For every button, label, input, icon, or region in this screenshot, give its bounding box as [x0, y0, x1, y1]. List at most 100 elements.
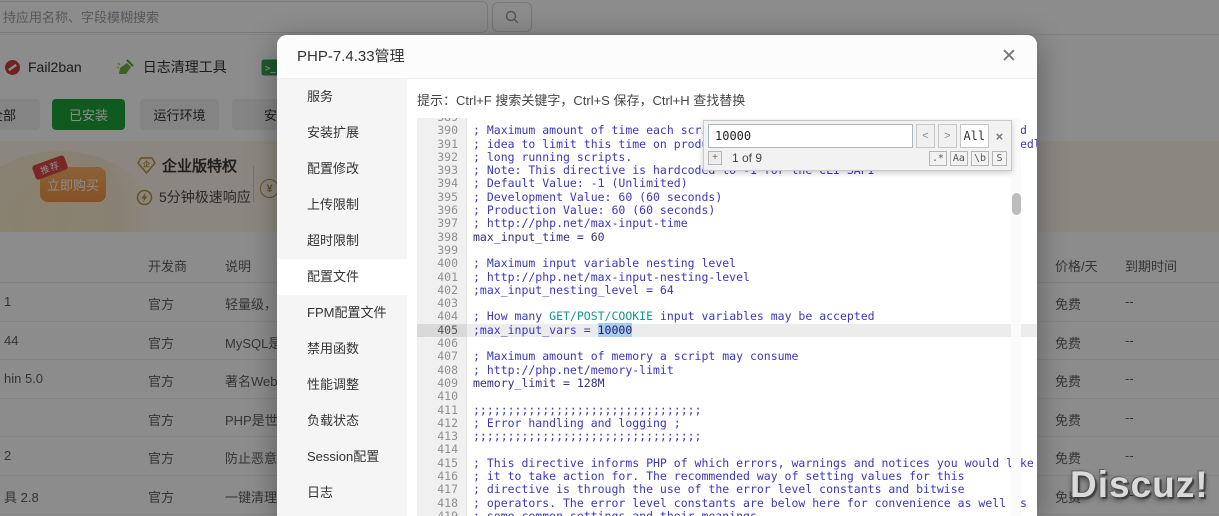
line-text: ; Maximum input variable nesting level	[473, 256, 737, 271]
find-all-button[interactable]: All	[959, 124, 989, 148]
discuz-watermark: Discuz!	[1070, 464, 1209, 505]
line-number: 394	[437, 176, 458, 191]
editor-scrollbar-thumb[interactable]	[1012, 193, 1021, 215]
line-number: 391	[437, 136, 458, 151]
case-toggle[interactable]: Aa	[949, 150, 968, 166]
sidebar-item-Session配置[interactable]: Session配置	[277, 439, 407, 475]
sidebar-item-配置文件[interactable]: 配置文件	[277, 259, 407, 295]
code-line-415: 415 ; This directive informs PHP of which…	[417, 455, 1037, 470]
line-text: ; Maximum amount of memory a script may …	[473, 349, 799, 364]
find-input[interactable]	[708, 124, 913, 148]
code-line-401: 401 ; http://php.net/max-input-nesting-le…	[417, 269, 1037, 284]
sidebar-item-安装扩展[interactable]: 安装扩展	[277, 115, 407, 151]
line-text: ; This directive informs PHP of which er…	[473, 455, 1034, 470]
line-text: ; Error handling and logging ;	[473, 415, 681, 430]
sidebar-item-配置修改[interactable]: 配置修改	[277, 151, 407, 187]
search-widget-row2: + 1 of 9 .* Aa \b S	[704, 150, 1011, 170]
search-widget-row1: < > All ×	[704, 121, 1011, 150]
line-text: ; Development Value: 60 (60 seconds)	[473, 189, 723, 204]
line-text: ; directive is through the use of the er…	[473, 482, 965, 497]
line-text: ; How many GET/POST/COOKIE input variabl…	[473, 309, 875, 324]
line-number: 399	[437, 242, 458, 257]
line-number: 398	[437, 229, 458, 244]
line-text: ; Default Value: -1 (Unlimited)	[473, 176, 688, 191]
sidebar-item-日志[interactable]: 日志	[277, 475, 407, 511]
line-number: 396	[437, 203, 458, 218]
line-number: 402	[437, 282, 458, 297]
line-number: 410	[437, 389, 458, 404]
sidebar-item-FPM配置文件[interactable]: FPM配置文件	[277, 295, 407, 331]
close-icon[interactable]: ✕	[997, 45, 1021, 69]
search-widget: < > All × + 1 of 9 .* Aa \b S	[703, 120, 1012, 171]
code-line-410: 410	[417, 389, 1037, 404]
code-line-411: 411;;;;;;;;;;;;;;;;;;;;;;;;;;;;;;;;;	[417, 402, 1037, 417]
whole-word-toggle[interactable]: \b	[970, 150, 989, 166]
code-line-418: 418 ; operators. The error level constant…	[417, 495, 1037, 510]
sidebar-item-上传限制[interactable]: 上传限制	[277, 187, 407, 223]
line-number: 390	[437, 123, 458, 138]
find-close-icon[interactable]: ×	[992, 124, 1007, 148]
code-line-417: 417 ; directive is through the use of the…	[417, 482, 1037, 497]
line-text: ;max_input_vars = 10000	[473, 322, 633, 337]
line-text: ;max_input_nesting_level = 64	[473, 282, 674, 297]
line-text: ; http://php.net/memory-limit	[473, 362, 674, 377]
sidebar-item-性能调整[interactable]: 性能调整	[277, 367, 407, 403]
line-number: 408	[437, 362, 458, 377]
code-line-404: 404 ; How many GET/POST/COOKIE input vari…	[417, 309, 1037, 324]
line-number: 393	[437, 163, 458, 178]
line-number: 419	[437, 508, 458, 516]
code-line-419: 419 ; some common settings and their mean…	[417, 508, 1037, 516]
line-number: 404	[437, 309, 458, 324]
match-counter: 1 of 9	[732, 151, 763, 165]
line-number: 409	[437, 375, 458, 390]
line-number: 392	[437, 149, 458, 164]
sidebar-item-服务[interactable]: 服务	[277, 79, 407, 115]
line-number: 395	[437, 189, 458, 204]
line-text: ; http://php.net/max-input-nesting-level	[473, 269, 750, 284]
line-text: ;;;;;;;;;;;;;;;;;;;;;;;;;;;;;;;;;	[473, 402, 702, 417]
code-line-408: 408 ; http://php.net/memory-limit	[417, 362, 1037, 377]
in-selection-toggle[interactable]: S	[992, 150, 1007, 166]
line-text: ; http://php.net/max-input-time	[473, 216, 688, 231]
config-file-editor[interactable]: 389390; Maximum amount of time each scri…	[417, 118, 1037, 516]
code-line-405: 405 ;max_input_vars = 10000	[417, 322, 1037, 338]
code-line-399: 399	[417, 242, 1037, 257]
line-text: ; Production Value: 60 (60 seconds)	[473, 203, 716, 218]
editor-scrollbar[interactable]	[1011, 118, 1021, 516]
line-number: 418	[437, 495, 458, 510]
code-line-413: 413;;;;;;;;;;;;;;;;;;;;;;;;;;;;;;;;;	[417, 429, 1037, 444]
code-line-416: 416 ; it to take action for. The recommen…	[417, 469, 1037, 484]
search-option-toggles: .* Aa \b S	[928, 150, 1007, 166]
line-number: 416	[437, 469, 458, 484]
sidebar-item-禁用函数[interactable]: 禁用函数	[277, 331, 407, 367]
code-pane: 389390; Maximum amount of time each scri…	[417, 118, 1037, 516]
code-line-400: 400 ; Maximum input variable nesting leve…	[417, 256, 1037, 271]
line-text: ; some common settings and their meaning…	[473, 508, 764, 516]
code-line-395: 395 ; Development Value: 60 (60 seconds)	[417, 189, 1037, 204]
line-text: memory_limit = 128M	[473, 375, 605, 390]
line-number: 411	[437, 402, 458, 417]
line-text: ;;;;;;;;;;;;;;;;;;;;;;;;;;;;;;;;;	[473, 429, 702, 444]
line-number: 414	[437, 442, 458, 457]
toggle-replace-button[interactable]: +	[708, 151, 722, 165]
modal-sidebar: 服务 安装扩展 配置修改 上传限制 超时限制 配置文件 FPM配置文件 禁用函数 性能调整 负载状…	[277, 79, 407, 516]
line-number: 405	[417, 323, 467, 338]
code-line-396: 396 ; Production Value: 60 (60 seconds)	[417, 203, 1037, 218]
php-manage-modal: PHP-7.4.33管理 ✕ 服务 安装扩展 配置修改 上传限制 超时限制 配置文件 FPM…	[277, 35, 1037, 516]
find-prev-button[interactable]: <	[916, 124, 935, 148]
line-number: 403	[437, 296, 458, 311]
line-number: 407	[437, 349, 458, 364]
line-number: 412	[437, 415, 458, 430]
modal-header: PHP-7.4.33管理 ✕	[277, 35, 1037, 79]
line-number: 397	[437, 216, 458, 231]
sidebar-item-超时限制[interactable]: 超时限制	[277, 223, 407, 259]
line-number: 413	[437, 429, 458, 444]
find-next-button[interactable]: >	[937, 124, 957, 148]
line-text: ; operators. The error level constants a…	[473, 495, 1027, 510]
code-line-409: 409 memory_limit = 128M	[417, 375, 1037, 390]
line-number: 417	[437, 482, 458, 497]
line-number: 400	[437, 256, 458, 271]
code-line-414: 414	[417, 442, 1037, 457]
sidebar-item-负载状态[interactable]: 负载状态	[277, 403, 407, 439]
regex-toggle[interactable]: .*	[928, 150, 947, 166]
